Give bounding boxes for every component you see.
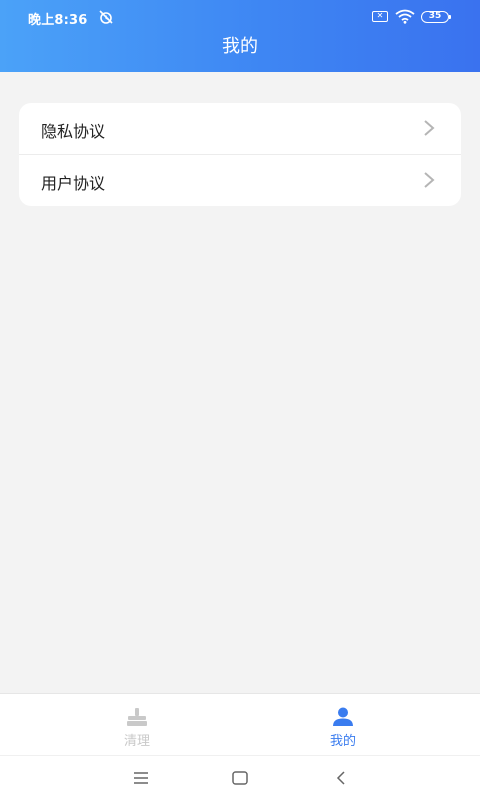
tab-mine-label: 我的 xyxy=(329,734,356,749)
user-agreement-label: 用户协议 xyxy=(41,174,106,193)
privacy-policy-label: 隐私协议 xyxy=(41,122,106,141)
privacy-policy-item[interactable]: 隐私协议 xyxy=(19,103,461,154)
bottom-tab-bar: 清理 我的 xyxy=(0,693,480,755)
app-header: 晚上8:36 ✕ 35 我的 xyxy=(0,0,480,72)
status-bar: 晚上8:36 ✕ 35 xyxy=(0,0,480,34)
broom-icon xyxy=(127,708,147,726)
user-agreement-item[interactable]: 用户协议 xyxy=(19,155,461,206)
wifi-icon xyxy=(395,9,415,24)
tab-clean[interactable]: 清理 xyxy=(17,694,257,755)
back-icon[interactable] xyxy=(331,768,351,788)
tab-mine[interactable]: 我的 xyxy=(223,694,463,755)
battery-tip xyxy=(449,15,451,19)
sim-card-icon: ✕ xyxy=(372,11,388,22)
page-title: 我的 xyxy=(222,36,258,57)
chevron-right-icon xyxy=(424,120,435,136)
menu-icon[interactable] xyxy=(131,768,151,788)
status-time: 晚上8:36 xyxy=(28,13,88,28)
battery-icon: 35 xyxy=(421,11,449,23)
home-icon[interactable] xyxy=(230,768,250,788)
system-nav-bar xyxy=(0,755,480,800)
chevron-right-icon xyxy=(424,172,435,188)
tab-clean-label: 清理 xyxy=(123,734,150,749)
person-icon xyxy=(333,707,353,726)
menu-card: 隐私协议 用户协议 xyxy=(19,103,461,206)
alarm-off-icon xyxy=(99,10,113,24)
